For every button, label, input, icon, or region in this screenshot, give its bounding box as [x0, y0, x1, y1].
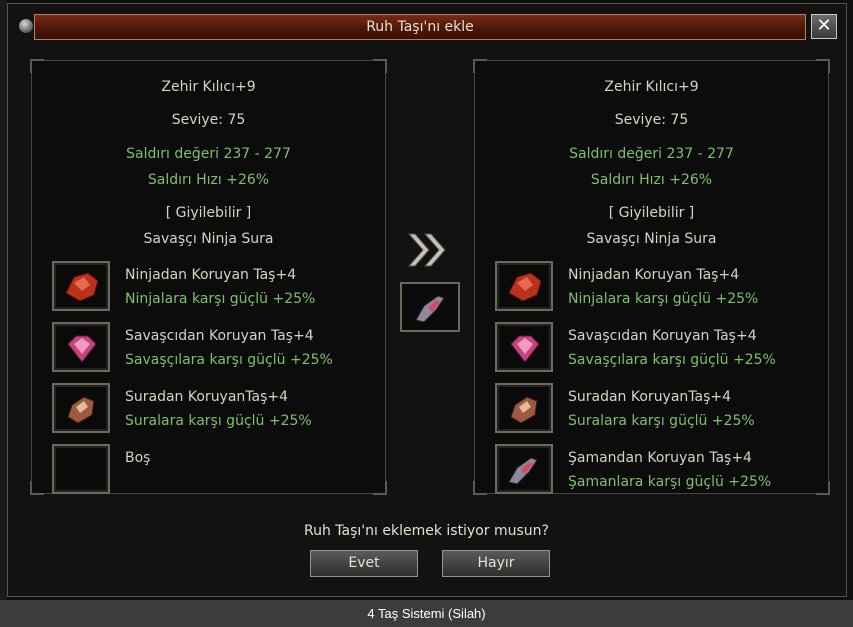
soul-stone-dialog: Ruh Taşı'nı ekle ✕ Zehir Kılıcı+9 Seviye…: [0, 0, 853, 600]
stone-effect: Ninjalara karşı güçlü +25%: [125, 291, 316, 307]
stone-slot[interactable]: [495, 261, 553, 311]
panel-corner: [30, 481, 44, 495]
panel-corner: [373, 481, 387, 495]
panel-corner: [473, 59, 487, 73]
stone-name: Suradan KoruyanTaş+4: [125, 389, 289, 405]
background-edge: [0, 0, 7, 600]
pink-gem-icon: [67, 335, 97, 363]
stone-effect: Suralara karşı güçlü +25%: [125, 413, 312, 429]
stone-slot[interactable]: [52, 322, 110, 372]
orange-stone-icon: [510, 396, 538, 424]
attack-value: Saldırı değeri 237 - 277: [126, 146, 291, 162]
stone-name: Suradan KoruyanTaş+4: [568, 389, 732, 405]
item-level: Seviye: 75: [171, 112, 246, 128]
stone-effect: Suralara karşı güçlü +25%: [568, 413, 755, 429]
stone-effect: Savaşçılara karşı güçlü +25%: [125, 352, 333, 368]
item-name: Zehir Kılıcı+9: [161, 79, 256, 95]
pink-gem-icon: [510, 335, 540, 363]
stone-effect: Savaşçılara karşı güçlü +25%: [568, 352, 776, 368]
title-bar[interactable]: Ruh Taşı'nı ekle: [34, 14, 806, 40]
stone-slot[interactable]: [495, 383, 553, 433]
confirm-question: Ruh Taşı'nı eklemek istiyor musun?: [304, 523, 549, 539]
class-list: Savaşçı Ninja Sura: [586, 231, 717, 247]
caption-bar: 4 Taş Sistemi (Silah): [0, 600, 853, 627]
close-button[interactable]: ✕: [811, 14, 837, 39]
yes-button[interactable]: Evet: [310, 550, 418, 577]
panel-corner: [816, 481, 830, 495]
panel-corner: [816, 59, 830, 73]
red-stone-icon: [65, 272, 99, 302]
stone-name: Boş: [125, 450, 151, 466]
item-name: Zehir Kılıcı+9: [604, 79, 699, 95]
attack-speed: Saldırı Hızı +26%: [147, 172, 270, 188]
item-panel-after: Zehir Kılıcı+9 Seviye: 75 Saldırı değeri…: [473, 59, 830, 495]
attack-value: Saldırı değeri 237 - 277: [569, 146, 734, 162]
stone-name: Savaşcıdan Koruyan Taş+4: [568, 328, 757, 344]
panel-corner: [473, 481, 487, 495]
shaman-stone-icon: [415, 295, 445, 323]
wearable-label: [ Giyilebilir ]: [608, 205, 695, 221]
orange-stone-icon: [67, 396, 95, 424]
shaman-stone-icon: [508, 457, 538, 485]
panel-corner: [373, 59, 387, 73]
item-level: Seviye: 75: [614, 112, 689, 128]
no-button[interactable]: Hayır: [442, 550, 550, 577]
double-chevron-right-icon: [407, 233, 446, 267]
empty-stone-slot[interactable]: [52, 444, 110, 494]
close-icon: ✕: [816, 15, 832, 36]
stone-slot[interactable]: [495, 322, 553, 372]
stone-slot[interactable]: [52, 261, 110, 311]
stone-name: Şamandan Koruyan Taş+4: [568, 450, 752, 466]
stone-slot[interactable]: [52, 383, 110, 433]
stone-name: Ninjadan Koruyan Taş+4: [568, 267, 740, 283]
red-stone-icon: [508, 272, 542, 302]
stone-slot[interactable]: [495, 444, 553, 494]
item-panel-before: Zehir Kılıcı+9 Seviye: 75 Saldırı değeri…: [30, 59, 387, 495]
attack-speed: Saldırı Hızı +26%: [590, 172, 713, 188]
stone-name: Ninjadan Koruyan Taş+4: [125, 267, 297, 283]
class-list: Savaşçı Ninja Sura: [143, 231, 274, 247]
soul-stone-slot[interactable]: [400, 282, 460, 332]
dialog-title: Ruh Taşı'nı ekle: [366, 19, 474, 35]
panel-corner: [30, 59, 44, 73]
wearable-label: [ Giyilebilir ]: [165, 205, 252, 221]
stone-effect: Şamanlara karşı güçlü +25%: [568, 474, 772, 490]
window-orb-icon: [18, 18, 34, 34]
image-caption: 4 Taş Sistemi (Silah): [367, 606, 486, 621]
stone-effect: Ninjalara karşı güçlü +25%: [568, 291, 759, 307]
stone-name: Savaşcıdan Koruyan Taş+4: [125, 328, 314, 344]
